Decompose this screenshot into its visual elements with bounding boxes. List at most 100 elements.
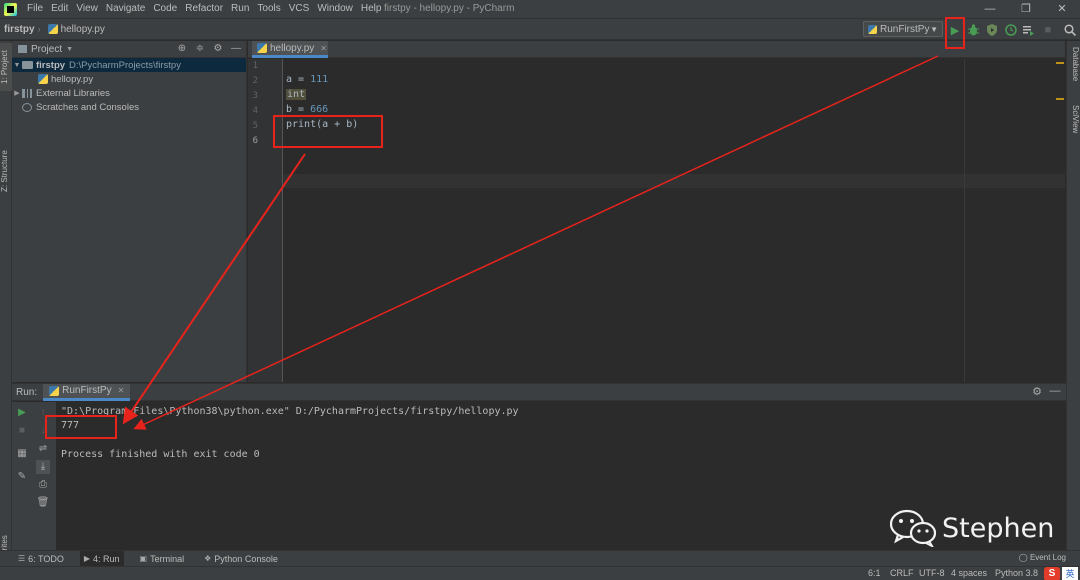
soft-wrap-icon[interactable]: ⇌ (36, 442, 50, 456)
locate-file-icon[interactable]: ⊕ (176, 42, 188, 56)
profile-button[interactable] (1004, 23, 1018, 37)
code-line-3[interactable]: int (286, 89, 307, 100)
tool-tab-structure[interactable]: Z: Structure (0, 146, 12, 196)
print-icon[interactable]: ⎙ (36, 478, 50, 492)
code-line-2[interactable]: a = 111 (286, 74, 328, 85)
current-line-highlight (283, 174, 1065, 188)
interpreter-selector[interactable]: Python 3.8 (995, 568, 1038, 578)
expand-arrow-icon[interactable]: ▼ (12, 62, 22, 69)
code-token-highlighted: int (286, 89, 307, 100)
run-with-coverage-button[interactable] (985, 23, 999, 37)
navigation-bar: firstpy › hellopy.py RunFirstPy ▼ ▶ ■ (0, 18, 1080, 40)
tree-item-hellopy[interactable]: hellopy.py (12, 72, 246, 86)
menu-view[interactable]: View (72, 0, 102, 18)
line-number: 2 (252, 76, 258, 86)
expand-arrow-icon[interactable]: ▶ (12, 89, 22, 97)
tree-item-label: External Libraries (36, 87, 110, 99)
breadcrumb-project[interactable]: firstpy (0, 24, 35, 35)
tree-item-scratches[interactable]: Scratches and Consoles (12, 100, 246, 114)
menu-run[interactable]: Run (227, 0, 253, 18)
hide-panel-icon[interactable]: — (230, 42, 242, 56)
editor-tab-label: hellopy.py (270, 42, 315, 54)
python-file-icon (38, 74, 48, 84)
menu-help[interactable]: Help (357, 0, 386, 18)
tree-item-project-root[interactable]: ▼ firstpy D:\PycharmProjects\firstpy (12, 58, 246, 72)
run-configuration-dropdown[interactable]: RunFirstPy ▼ (863, 21, 943, 37)
tool-tab-database[interactable]: Database (1068, 47, 1080, 97)
build-button[interactable] (1022, 23, 1036, 37)
layout-icon[interactable]: ▦ (15, 447, 29, 461)
rerun-icon[interactable]: ▶ (15, 406, 29, 420)
tool-tab-python-console[interactable]: ❖ Python Console (200, 551, 282, 567)
tool-tab-sciview[interactable]: SciView (1068, 105, 1080, 145)
maximize-button[interactable]: ❐ (1008, 0, 1044, 18)
line-number-current: 6 (252, 136, 258, 146)
tool-tab-project[interactable]: 1: Project (0, 43, 12, 91)
hide-panel-icon[interactable]: — (1048, 385, 1062, 399)
menu-file[interactable]: File (23, 0, 47, 18)
python-config-icon (49, 385, 60, 396)
code-number-token: 111 (310, 74, 329, 85)
menu-refactor[interactable]: Refactor (181, 0, 227, 18)
scroll-to-end-icon[interactable]: ⤓ (36, 460, 50, 474)
annotation-box-print-line (273, 115, 383, 148)
code-token: b = (286, 104, 311, 115)
code-number-token: 666 (310, 104, 329, 115)
menu-vcs[interactable]: VCS (285, 0, 314, 18)
code-token: a = (286, 74, 311, 85)
event-log-label: Event Log (1029, 553, 1066, 562)
menu-window[interactable]: Window (313, 0, 357, 18)
run-window-label: Run: (16, 386, 38, 398)
tool-tab-terminal[interactable]: ▣ Terminal (136, 551, 189, 567)
bottom-tool-tabs: ☰ 6: TODO ▶ 4: Run ▣ Terminal ❖ Python Conso… (0, 550, 1080, 567)
project-root-name: firstpy (36, 59, 66, 71)
event-log-button[interactable]: ◯ Event Log (1019, 553, 1066, 562)
file-encoding[interactable]: UTF-8 (919, 568, 945, 578)
code-line-4[interactable]: b = 666 (286, 104, 328, 115)
project-panel: Project ▼ ⊕ ≑ ⚙ — ▼ firstpy D:\PycharmPr… (12, 41, 247, 382)
close-button[interactable]: ✕ (1044, 0, 1080, 18)
sogou-logo-icon: S (1044, 567, 1060, 580)
menu-navigate[interactable]: Navigate (102, 0, 149, 18)
pycharm-logo-icon (4, 2, 17, 16)
watermark-text: Stephen (942, 512, 1055, 544)
pin-icon[interactable]: ✎ (15, 470, 29, 484)
chevron-down-icon[interactable]: ▼ (66, 46, 73, 53)
menu-edit[interactable]: Edit (47, 0, 72, 18)
warning-stripe-marker[interactable] (1056, 62, 1064, 64)
right-margin-guide (964, 59, 965, 382)
breadcrumb-file[interactable]: hellopy.py (44, 24, 105, 35)
tool-tab-run[interactable]: ▶ 4: Run (79, 550, 124, 567)
menu-code[interactable]: Code (149, 0, 181, 18)
menu-tools[interactable]: Tools (253, 0, 284, 18)
debug-button[interactable] (966, 23, 980, 37)
run-tab-runfirstpy[interactable]: RunFirstPy ✕ (43, 383, 131, 401)
ime-indicator[interactable]: S 英 (1044, 567, 1080, 580)
tree-item-label: Scratches and Consoles (36, 101, 139, 113)
line-number: 5 (252, 121, 258, 131)
window-controls: — ❐ ✕ (972, 0, 1080, 18)
minimize-button[interactable]: — (972, 0, 1008, 18)
trash-icon[interactable]: 🗑 (36, 496, 50, 510)
line-separator[interactable]: CRLF (890, 568, 914, 578)
search-icon[interactable] (1063, 23, 1077, 37)
watermark: Stephen (890, 509, 1054, 547)
tool-tab-todo[interactable]: ☰ 6: TODO (14, 551, 68, 567)
tree-item-external-libraries[interactable]: ▶ External Libraries (12, 86, 246, 100)
indent-setting[interactable]: 4 spaces (951, 568, 987, 578)
editor-tab-hellopy[interactable]: hellopy.py ✕ (252, 41, 328, 58)
close-tab-icon[interactable]: ✕ (118, 386, 125, 395)
stop-icon[interactable]: ■ (15, 424, 29, 438)
console-finish-line: Process finished with exit code 0 (61, 449, 260, 460)
stop-button[interactable]: ■ (1041, 23, 1055, 37)
clock-run-icon (1005, 24, 1017, 36)
close-tab-icon[interactable]: ✕ (320, 44, 327, 53)
gear-icon[interactable]: ⚙ (212, 42, 224, 56)
project-view-selector[interactable]: Project (31, 44, 62, 55)
caret-position[interactable]: 6:1 (868, 568, 881, 578)
gear-icon[interactable]: ⚙ (1030, 385, 1044, 399)
run-window-header: Run: RunFirstPy ✕ ⚙ — (12, 383, 1066, 401)
tool-tab-label: Terminal (150, 553, 185, 564)
collapse-all-icon[interactable]: ≑ (194, 42, 206, 56)
warning-stripe-marker[interactable] (1056, 98, 1064, 100)
